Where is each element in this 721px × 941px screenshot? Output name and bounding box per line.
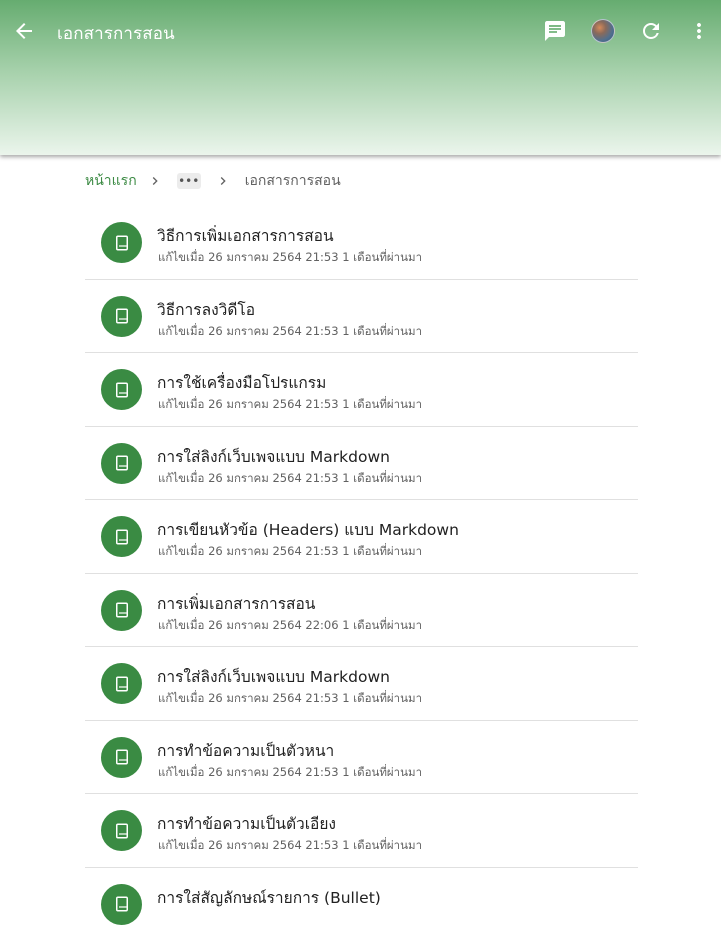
book-icon	[101, 222, 142, 263]
breadcrumb: หน้าแรก ••• เอกสารการสอน	[85, 170, 341, 192]
chevron-right-icon	[215, 173, 231, 189]
item-title: การเพิ่มเอกสารการสอน	[157, 591, 315, 616]
item-title: การทำข้อความเป็นตัวเอียง	[157, 811, 336, 836]
refresh-icon[interactable]	[639, 19, 663, 43]
item-meta: แก้ไขเมื่อ 26 มกราคม 2564 21:53 1 เดือนท…	[158, 470, 422, 488]
book-icon	[101, 590, 142, 631]
book-icon	[101, 884, 142, 925]
item-meta: แก้ไขเมื่อ 26 มกราคม 2564 21:53 1 เดือนท…	[158, 396, 422, 414]
item-title: การใส่ลิงก์เว็บเพจแบบ Markdown	[157, 664, 390, 689]
item-meta: แก้ไขเมื่อ 26 มกราคม 2564 21:53 1 เดือนท…	[158, 690, 422, 708]
list-item[interactable]: การใช้เครื่องมือโปรแกรม แก้ไขเมื่อ 26 มก…	[85, 353, 638, 427]
item-meta: แก้ไขเมื่อ 26 มกราคม 2564 21:53 1 เดือนท…	[158, 837, 422, 855]
list-item[interactable]: วิธีการเพิ่มเอกสารการสอน แก้ไขเมื่อ 26 ม…	[85, 206, 638, 280]
comment-icon[interactable]	[543, 19, 567, 43]
item-title: การใส่สัญลักษณ์รายการ (Bullet)	[157, 885, 381, 910]
book-icon	[101, 810, 142, 851]
breadcrumb-more-button[interactable]: •••	[177, 173, 201, 189]
chevron-right-icon	[147, 173, 163, 189]
list-item[interactable]: วิธีการลงวิดีโอ แก้ไขเมื่อ 26 มกราคม 256…	[85, 280, 638, 354]
item-title: การใช้เครื่องมือโปรแกรม	[157, 370, 326, 395]
list-item[interactable]: การทำข้อความเป็นตัวหนา แก้ไขเมื่อ 26 มกร…	[85, 721, 638, 795]
document-list: วิธีการเพิ่มเอกสารการสอน แก้ไขเมื่อ 26 ม…	[85, 206, 638, 941]
list-item[interactable]: การทำข้อความเป็นตัวเอียง แก้ไขเมื่อ 26 ม…	[85, 794, 638, 868]
book-icon	[101, 516, 142, 557]
book-icon	[101, 443, 142, 484]
list-item[interactable]: การเพิ่มเอกสารการสอน แก้ไขเมื่อ 26 มกราค…	[85, 574, 638, 648]
item-title: วิธีการเพิ่มเอกสารการสอน	[157, 223, 334, 248]
item-meta: แก้ไขเมื่อ 26 มกราคม 2564 21:53 1 เดือนท…	[158, 764, 422, 782]
book-icon	[101, 296, 142, 337]
book-icon	[101, 663, 142, 704]
book-icon	[101, 737, 142, 778]
item-title: การใส่ลิงก์เว็บเพจแบบ Markdown	[157, 444, 390, 469]
avatar[interactable]	[591, 19, 615, 43]
book-icon	[101, 369, 142, 410]
arrow-back-icon[interactable]	[12, 19, 36, 43]
list-item[interactable]: การใส่สัญลักษณ์รายการ (Bullet)	[85, 868, 638, 941]
list-item[interactable]: การใส่ลิงก์เว็บเพจแบบ Markdown แก้ไขเมื่…	[85, 427, 638, 501]
breadcrumb-current: เอกสารการสอน	[245, 170, 341, 192]
item-meta: แก้ไขเมื่อ 26 มกราคม 2564 21:53 1 เดือนท…	[158, 543, 422, 561]
list-item[interactable]: การเขียนหัวข้อ (Headers) แบบ Markdown แก…	[85, 500, 638, 574]
item-title: การเขียนหัวข้อ (Headers) แบบ Markdown	[157, 517, 459, 542]
item-title: วิธีการลงวิดีโอ	[157, 297, 255, 322]
item-meta: แก้ไขเมื่อ 26 มกราคม 2564 21:53 1 เดือนท…	[158, 323, 422, 341]
more-vert-icon[interactable]	[687, 19, 711, 43]
breadcrumb-home-link[interactable]: หน้าแรก	[85, 170, 137, 192]
list-item[interactable]: การใส่ลิงก์เว็บเพจแบบ Markdown แก้ไขเมื่…	[85, 647, 638, 721]
item-title: การทำข้อความเป็นตัวหนา	[157, 738, 334, 763]
page-title: เอกสารการสอน	[57, 20, 175, 47]
app-bar: เอกสารการสอน	[0, 0, 721, 155]
item-meta: แก้ไขเมื่อ 26 มกราคม 2564 21:53 1 เดือนท…	[158, 249, 422, 267]
item-meta: แก้ไขเมื่อ 26 มกราคม 2564 22:06 1 เดือนท…	[158, 617, 422, 635]
